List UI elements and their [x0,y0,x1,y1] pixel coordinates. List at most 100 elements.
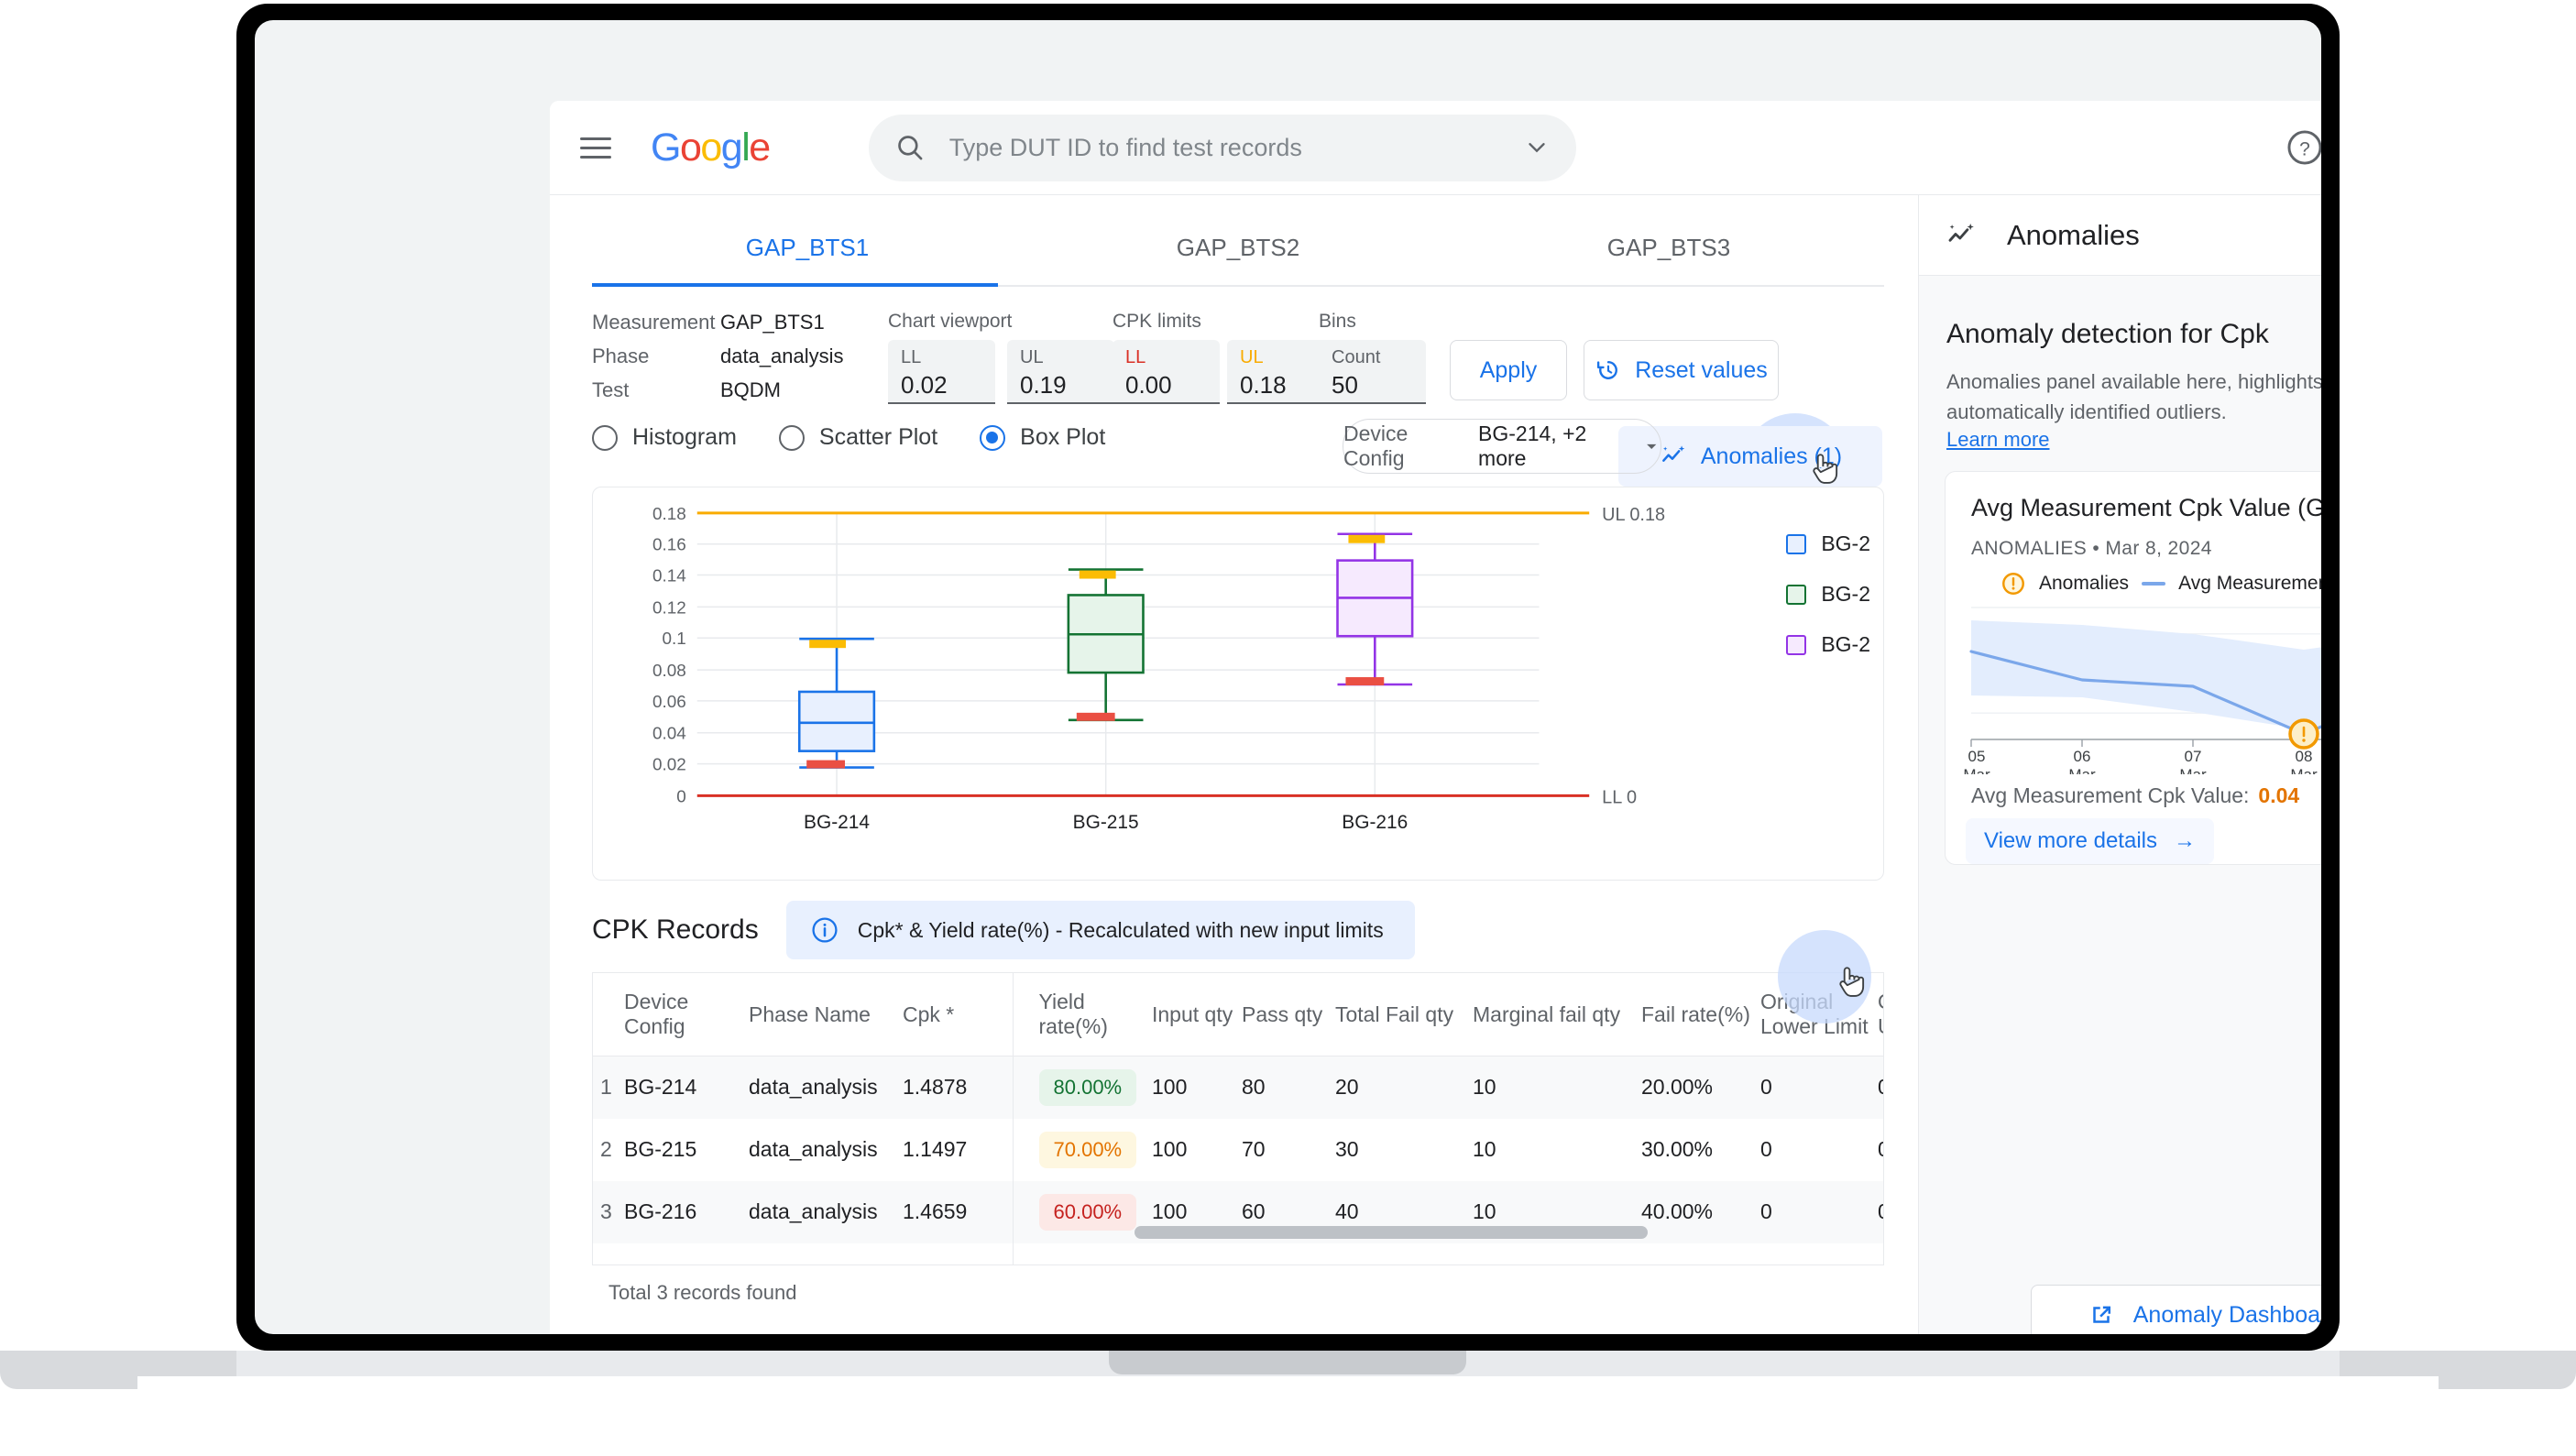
laptop-base-shadow [137,1376,2439,1395]
tab-gap-bts3[interactable]: GAP_BTS3 [1453,234,1884,285]
svg-text:06: 06 [2074,748,2091,765]
cpk-recalculated-banner: Cpk* & Yield rate(%) - Recalculated with… [785,901,1415,959]
radio-label: Box Plot [1020,424,1106,450]
cell-index: 4 [593,1243,624,1264]
cell-input-qty [1152,1243,1242,1265]
th-fail-rate[interactable]: Fail rate(%) [1641,973,1760,1056]
cell-original-upper-limit: 0.185 [1878,1181,1883,1243]
search-bar[interactable] [868,114,1576,181]
cell-original-lower-limit: 0 [1760,1137,1772,1161]
meta-row-measurement: Measurement GAP_BTS1 [592,311,867,334]
meta-value: data_analysis [720,345,844,367]
legend-item-bg-216[interactable]: BG-2 [1786,632,1870,657]
meta-label: Phase [592,345,650,367]
svg-text:0.14: 0.14 [652,567,686,586]
anomalies-panel: Anomalies Anomaly detection for Cpk Anom… [1918,195,2321,1334]
cell-fail-rate: 40.00% [1641,1199,1714,1223]
cell-marginal-fail-qty: 10 [1473,1075,1496,1100]
radio-histogram[interactable]: Histogram [592,424,737,451]
tab-gap-bts1[interactable]: GAP_BTS1 [592,234,1023,285]
radio-circle-selected [980,424,1006,451]
cell-total-label: Total [624,1243,749,1264]
reset-values-button[interactable]: Reset values [1584,340,1779,400]
th-original-upper-limit[interactable]: Original Upper Limit [1878,973,1883,1056]
cell-original-upper-limit: 0.185 [1878,1119,1883,1181]
meta-value: BQDM [720,378,781,401]
chevron-down-icon[interactable] [1523,134,1551,161]
tab-gap-bts2[interactable]: GAP_BTS2 [1023,234,1453,285]
field-label: Count [1332,347,1381,367]
upper-marker [809,640,846,649]
cell-phase-name [749,1243,903,1265]
table-row[interactable]: 2 BG-215 data_analysis 1.1497 70.00% 100… [593,1118,1883,1181]
viewport-ll-field[interactable]: LL 0.02 [888,340,995,404]
anomaly-marker[interactable] [2288,718,2319,750]
th-cpk[interactable]: Cpk * [903,973,1014,1056]
anomaly-dashboard-button[interactable]: Anomaly Dashboard [2031,1285,2321,1334]
cell-marginal-fail-qty: 10 [1473,1137,1496,1161]
cell-original-lower-limit: 0 [1760,1199,1772,1223]
table-row[interactable]: 1 BG-214 data_analysis 1.4878 80.00% 100… [593,1056,1883,1119]
field-label: UL [1240,347,1264,367]
cpk-ll-field[interactable]: LL 0.00 [1113,340,1220,404]
learn-more-link[interactable]: Learn more [1946,428,2050,452]
radio-box-plot[interactable]: Box Plot [980,424,1105,451]
th-yield-rate[interactable]: Yield rate(%) [1013,973,1152,1056]
meta-row-test: Test BQDM [592,378,867,402]
cell-total-fail-qty [1335,1243,1473,1265]
cell-index: 1 [600,1075,612,1100]
field-value: 0.19 [1020,371,1067,399]
device-config-dropdown[interactable]: Device Config BG-214, +2 more [1343,419,1661,474]
anomaly-card[interactable]: Avg Measurement Cpk Value (GAP_BTS1) ANO… [1945,471,2321,865]
box-bg-214[interactable] [797,637,876,769]
radio-circle [592,424,618,451]
cell-input-qty: 100 [1152,1137,1188,1161]
view-more-details-button[interactable]: View more details → [1966,818,2214,864]
cell-fail-rate [1641,1243,1760,1265]
apply-button[interactable]: Apply [1450,340,1567,400]
hamburger-line [580,146,611,149]
bins-count-field[interactable]: Count 50 [1319,340,1426,404]
click-ripple [1778,930,1871,1024]
box-bg-215[interactable] [1067,568,1145,722]
svg-text:0.18: 0.18 [652,505,686,524]
help-icon[interactable]: ? [2285,127,2321,168]
svg-text:Mar: Mar [2068,766,2096,774]
legend-label: BG-2 [1821,531,1870,555]
cell-input-qty: 100 [1152,1075,1188,1100]
box-plot-chart[interactable]: UL 0.18 LL 0 0.18 0.16 0.14 0.12 0.1 0.0… [593,487,1883,880]
app-window: Google ? [550,101,2321,1334]
chart-legend: BG-2 BG-2 BG-2 [1786,531,1870,683]
cpk-records-title: CPK Records [592,914,759,945]
legend-item-bg-215[interactable]: BG-2 [1786,582,1870,607]
cell-original-upper-limit [1878,1243,1883,1265]
search-icon [897,136,923,160]
table-horizontal-scrollbar[interactable] [1135,1226,1648,1239]
yield-badge: 80.00% [1038,1068,1137,1106]
th-phase-name[interactable]: Phase Name [749,973,903,1056]
anomaly-mini-chart[interactable]: 1 0.8 0.6 0.4 0.2 0 05Mar [1958,600,2321,774]
legend-item-bg-214[interactable]: BG-2 [1786,531,1870,556]
anomaly-detection-heading: Anomaly detection for Cpk [1946,319,2269,349]
radio-scatter-plot[interactable]: Scatter Plot [778,424,937,451]
th-input-qty[interactable]: Input qty [1152,973,1242,1056]
cpk-records-table[interactable]: Device Config Phase Name Cpk * Yield rat… [592,972,1884,1265]
table-row-total[interactable]: 4 Total [593,1243,1883,1265]
th-pass-qty[interactable]: Pass qty [1242,973,1335,1056]
box-bg-216[interactable] [1336,532,1414,686]
top-bar: Google ? [550,101,2321,195]
anomaly-value: 0.04 [2258,783,2300,807]
svg-text:07: 07 [2185,748,2202,765]
hamburger-menu-icon[interactable] [580,129,617,166]
th-marginal-fail-qty[interactable]: Marginal fail qty [1473,973,1641,1056]
svg-text:Mar: Mar [1963,766,1990,774]
viewport-ul-field[interactable]: UL 0.19 [1007,340,1114,404]
svg-text:?: ? [2299,138,2310,159]
anomalies-panel-title: Anomalies [2007,218,2140,251]
laptop-mockup: Google ? [0,0,2576,1456]
th-total-fail-qty[interactable]: Total Fail qty [1335,973,1473,1056]
radio-circle [778,424,805,451]
th-device-config[interactable]: Device Config [624,973,749,1056]
search-input[interactable] [948,133,1523,162]
mini-x-ticks: 05Mar 06Mar 07Mar 08Mar 09Mar [1963,748,2318,774]
